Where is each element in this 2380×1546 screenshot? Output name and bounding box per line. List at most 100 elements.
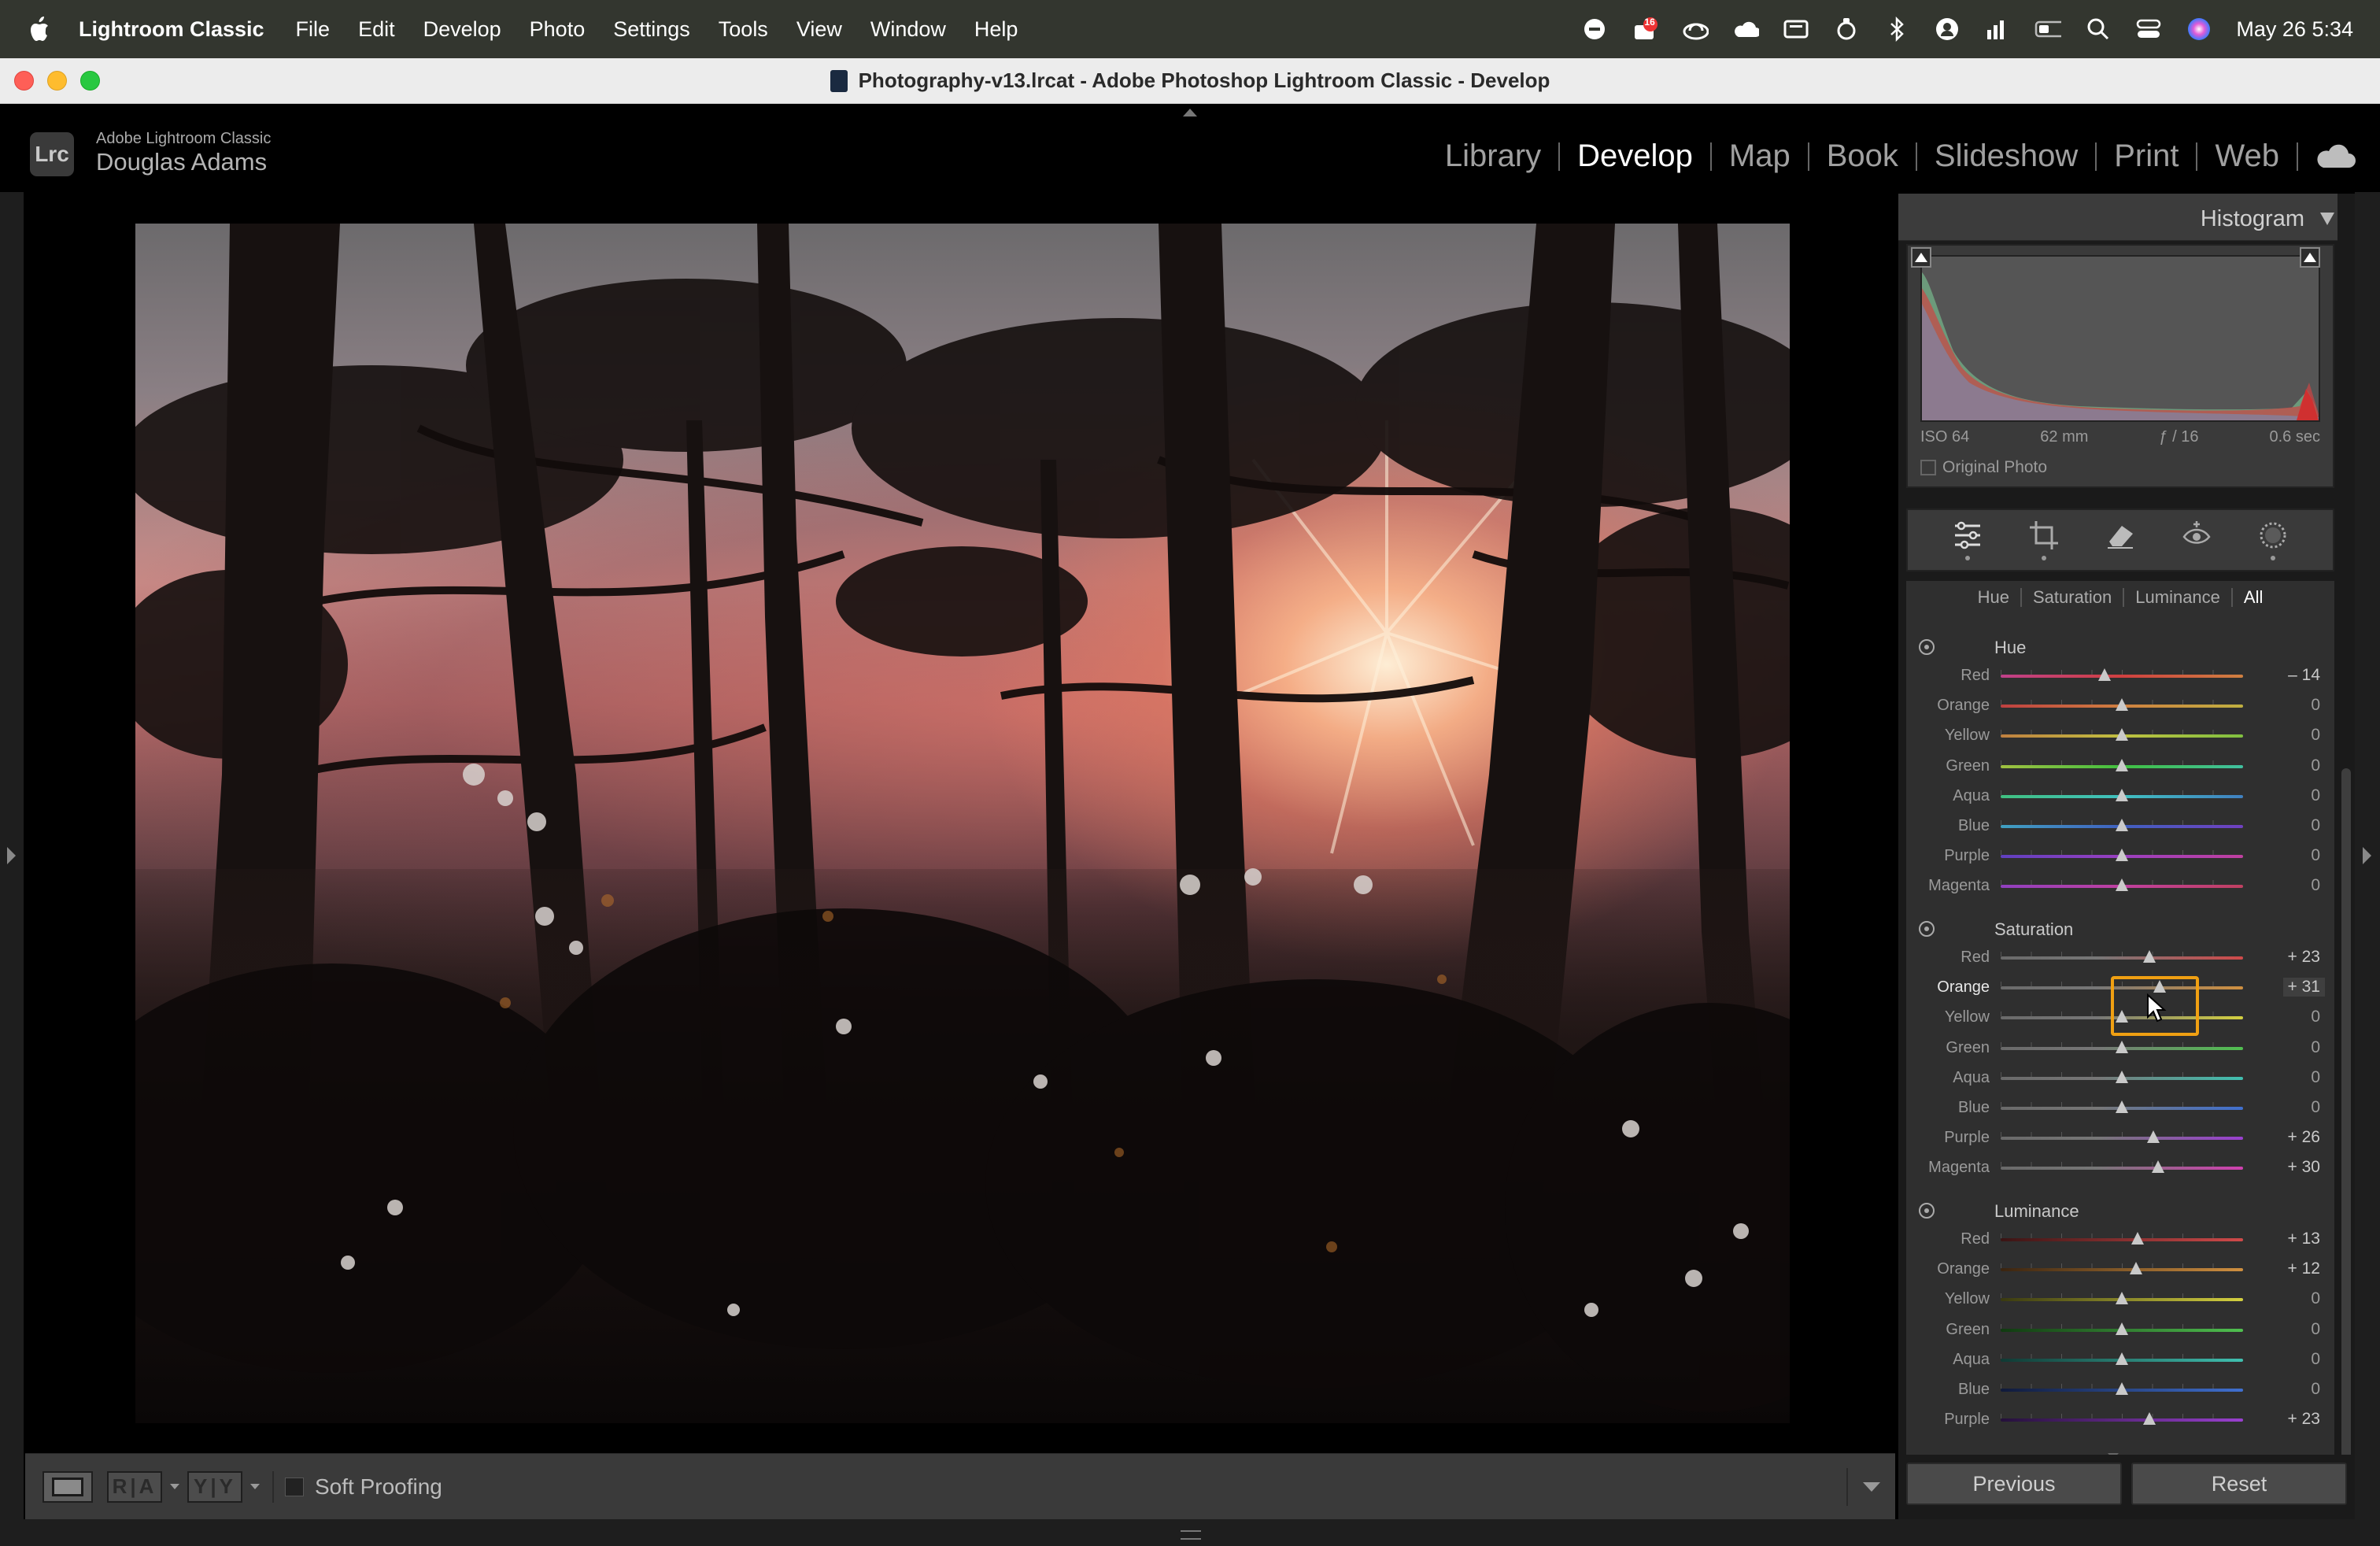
filmstrip-toggle-icon[interactable]: [1181, 1530, 1201, 1540]
slider-track[interactable]: [2001, 1268, 2243, 1272]
slider-value[interactable]: + 26: [2288, 1128, 2320, 1147]
slider-thumb[interactable]: [2116, 878, 2128, 892]
left-panel-edge[interactable]: [0, 192, 24, 1546]
slider-value[interactable]: 0: [2311, 726, 2320, 745]
menu-develop[interactable]: Develop: [423, 17, 501, 42]
targeted-adjustment-icon[interactable]: [1919, 1203, 1935, 1219]
slider-track[interactable]: [2001, 1418, 2243, 1422]
right-panel-scrollbar[interactable]: [2338, 194, 2355, 1519]
menu-settings[interactable]: Settings: [613, 17, 690, 42]
slider-thumb[interactable]: [2116, 1322, 2128, 1335]
slider-value[interactable]: 0: [2311, 1008, 2320, 1026]
signal-icon[interactable]: [1984, 16, 2011, 43]
slider-value[interactable]: + 31: [2282, 978, 2325, 997]
slider-value[interactable]: + 30: [2288, 1158, 2320, 1177]
slider-thumb[interactable]: [2116, 1040, 2128, 1053]
ring-icon[interactable]: [1833, 16, 1860, 43]
slider-value[interactable]: 0: [2311, 756, 2320, 775]
slider-track[interactable]: [2001, 1238, 2243, 1241]
cloud-sync-icon[interactable]: [1682, 16, 1709, 43]
battery-icon[interactable]: [2034, 16, 2062, 43]
right-panel-edge[interactable]: [2355, 192, 2380, 1546]
slider-value[interactable]: 0: [2311, 786, 2320, 805]
slider-value[interactable]: 0: [2311, 1320, 2320, 1339]
search-icon[interactable]: [2085, 16, 2112, 43]
slider-value[interactable]: + 23: [2288, 948, 2320, 967]
bluetooth-icon[interactable]: [1883, 16, 1910, 43]
slider-track[interactable]: [2001, 1167, 2243, 1171]
slider-thumb[interactable]: [2116, 1070, 2128, 1083]
menubar-clock[interactable]: May 26 5:34: [2236, 17, 2353, 42]
minimize-window-button[interactable]: [47, 71, 67, 91]
loupe-view-button[interactable]: [42, 1470, 93, 1503]
close-window-button[interactable]: [14, 71, 34, 91]
slider-value[interactable]: 0: [2311, 1068, 2320, 1087]
menu-window[interactable]: Window: [870, 17, 946, 42]
before-after-button[interactable]: R|A: [107, 1470, 162, 1503]
reset-button[interactable]: Reset: [2131, 1463, 2347, 1505]
before-after-mode-caret-icon[interactable]: [250, 1484, 260, 1489]
menu-edit[interactable]: Edit: [358, 17, 395, 42]
slider-track[interactable]: [2001, 956, 2243, 960]
menu-tools[interactable]: Tools: [719, 17, 768, 42]
menu-app-name[interactable]: Lightroom Classic: [79, 17, 264, 42]
scrollbar-thumb[interactable]: [2341, 768, 2351, 1477]
slider-value[interactable]: 0: [2311, 1350, 2320, 1369]
user-icon[interactable]: [1934, 16, 1961, 43]
crop-tool-button[interactable]: [2027, 520, 2061, 560]
menu-view[interactable]: View: [796, 17, 842, 42]
tab-hue[interactable]: Hue: [1967, 587, 2020, 608]
slider-value[interactable]: + 23: [2288, 1410, 2320, 1429]
slider-value[interactable]: 0: [2311, 846, 2320, 865]
slider-value[interactable]: 0: [2311, 1380, 2320, 1399]
slider-value[interactable]: + 12: [2288, 1259, 2320, 1278]
original-photo-checkbox[interactable]: [1920, 460, 1936, 475]
minus-circle-icon[interactable]: [1581, 16, 1608, 43]
badge-icon[interactable]: 16: [1632, 16, 1658, 43]
module-web[interactable]: Web: [2197, 139, 2297, 174]
masking-tool-button[interactable]: [2256, 520, 2290, 560]
collapse-top-panel-icon[interactable]: [1183, 109, 1197, 117]
slider-value[interactable]: – 14: [2288, 666, 2320, 685]
menu-help[interactable]: Help: [974, 17, 1018, 42]
cloud-icon[interactable]: [1732, 16, 1760, 43]
photo-preview[interactable]: [135, 224, 1790, 1423]
slider-thumb[interactable]: [2116, 788, 2128, 801]
apple-icon[interactable]: [27, 16, 50, 43]
slider-thumb[interactable]: [2116, 818, 2128, 831]
collapse-right-panel-icon[interactable]: [2363, 847, 2371, 864]
tab-luminance[interactable]: Luminance: [2124, 587, 2231, 608]
before-after-mode-button[interactable]: Y|Y: [187, 1470, 242, 1503]
tab-all[interactable]: All: [2233, 587, 2274, 608]
slider-thumb[interactable]: [2116, 849, 2128, 862]
slider-value[interactable]: + 13: [2288, 1230, 2320, 1248]
slider-thumb[interactable]: [2130, 1262, 2143, 1275]
slider-thumb[interactable]: [2116, 1292, 2128, 1305]
menu-file[interactable]: File: [296, 17, 331, 42]
histogram-header[interactable]: Histogram: [1898, 194, 2355, 241]
slider-thumb[interactable]: [2143, 1412, 2156, 1426]
slider-thumb[interactable]: [2116, 728, 2128, 742]
histogram-collapse-icon[interactable]: [2320, 213, 2334, 225]
expand-left-panel-icon[interactable]: [7, 847, 16, 864]
control-center-icon[interactable]: [2135, 16, 2162, 43]
slider-thumb[interactable]: [2116, 1381, 2128, 1395]
before-after-caret-icon[interactable]: [170, 1484, 179, 1489]
cloud-sync-status-icon[interactable]: [2315, 142, 2356, 171]
slider-value[interactable]: 0: [2311, 1289, 2320, 1308]
histogram-plot[interactable]: [1920, 255, 2320, 422]
edit-tool-button[interactable]: [1950, 520, 1985, 560]
tab-saturation[interactable]: Saturation: [2022, 587, 2123, 608]
soft-proofing-checkbox[interactable]: [285, 1477, 304, 1496]
healing-tool-button[interactable]: [2103, 520, 2138, 560]
slider-thumb[interactable]: [2116, 758, 2128, 771]
slider-thumb[interactable]: [2131, 1232, 2145, 1245]
slider-thumb[interactable]: [2116, 698, 2128, 712]
highlight-clipping-toggle[interactable]: [2300, 247, 2320, 268]
slider-value[interactable]: 0: [2311, 816, 2320, 835]
slider-value[interactable]: 0: [2311, 1038, 2320, 1057]
slider-thumb[interactable]: [2098, 668, 2112, 681]
red-eye-tool-button[interactable]: [2179, 520, 2214, 560]
toolbar-options-dropdown[interactable]: [1846, 1468, 1895, 1506]
module-develop[interactable]: Develop: [1560, 139, 1710, 174]
